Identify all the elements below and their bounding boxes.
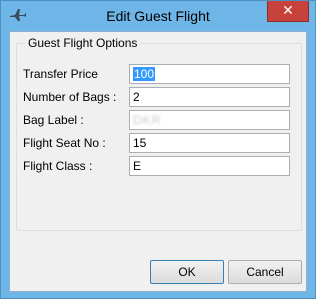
- ok-button[interactable]: OK: [150, 260, 224, 284]
- bag-label-label: Bag Label :: [23, 113, 84, 127]
- flight-class-input[interactable]: E: [129, 156, 290, 176]
- bag-label-value: DKR: [133, 113, 162, 127]
- flight-class-label: Flight Class :: [23, 159, 93, 173]
- flight-seat-no-input[interactable]: 15: [129, 133, 290, 153]
- flight-seat-no-label: Flight Seat No :: [23, 136, 106, 150]
- close-icon: ✕: [282, 2, 294, 18]
- cancel-button[interactable]: Cancel: [228, 260, 302, 284]
- bag-label-input[interactable]: DKR: [129, 110, 290, 130]
- guest-flight-options-group: Guest Flight Options Transfer Price 100 …: [16, 36, 302, 231]
- transfer-price-label: Transfer Price: [23, 67, 98, 81]
- number-of-bags-label: Number of Bags :: [23, 90, 117, 104]
- close-button[interactable]: ✕: [267, 1, 309, 22]
- dialog-client-area: Guest Flight Options Transfer Price 100 …: [9, 31, 307, 292]
- dialog-window: Edit Guest Flight ✕ Guest Flight Options…: [0, 0, 316, 299]
- title-bar[interactable]: Edit Guest Flight ✕: [1, 1, 315, 31]
- group-title: Guest Flight Options: [25, 36, 141, 50]
- number-of-bags-input[interactable]: 2: [129, 87, 290, 107]
- transfer-price-input[interactable]: 100: [129, 64, 290, 84]
